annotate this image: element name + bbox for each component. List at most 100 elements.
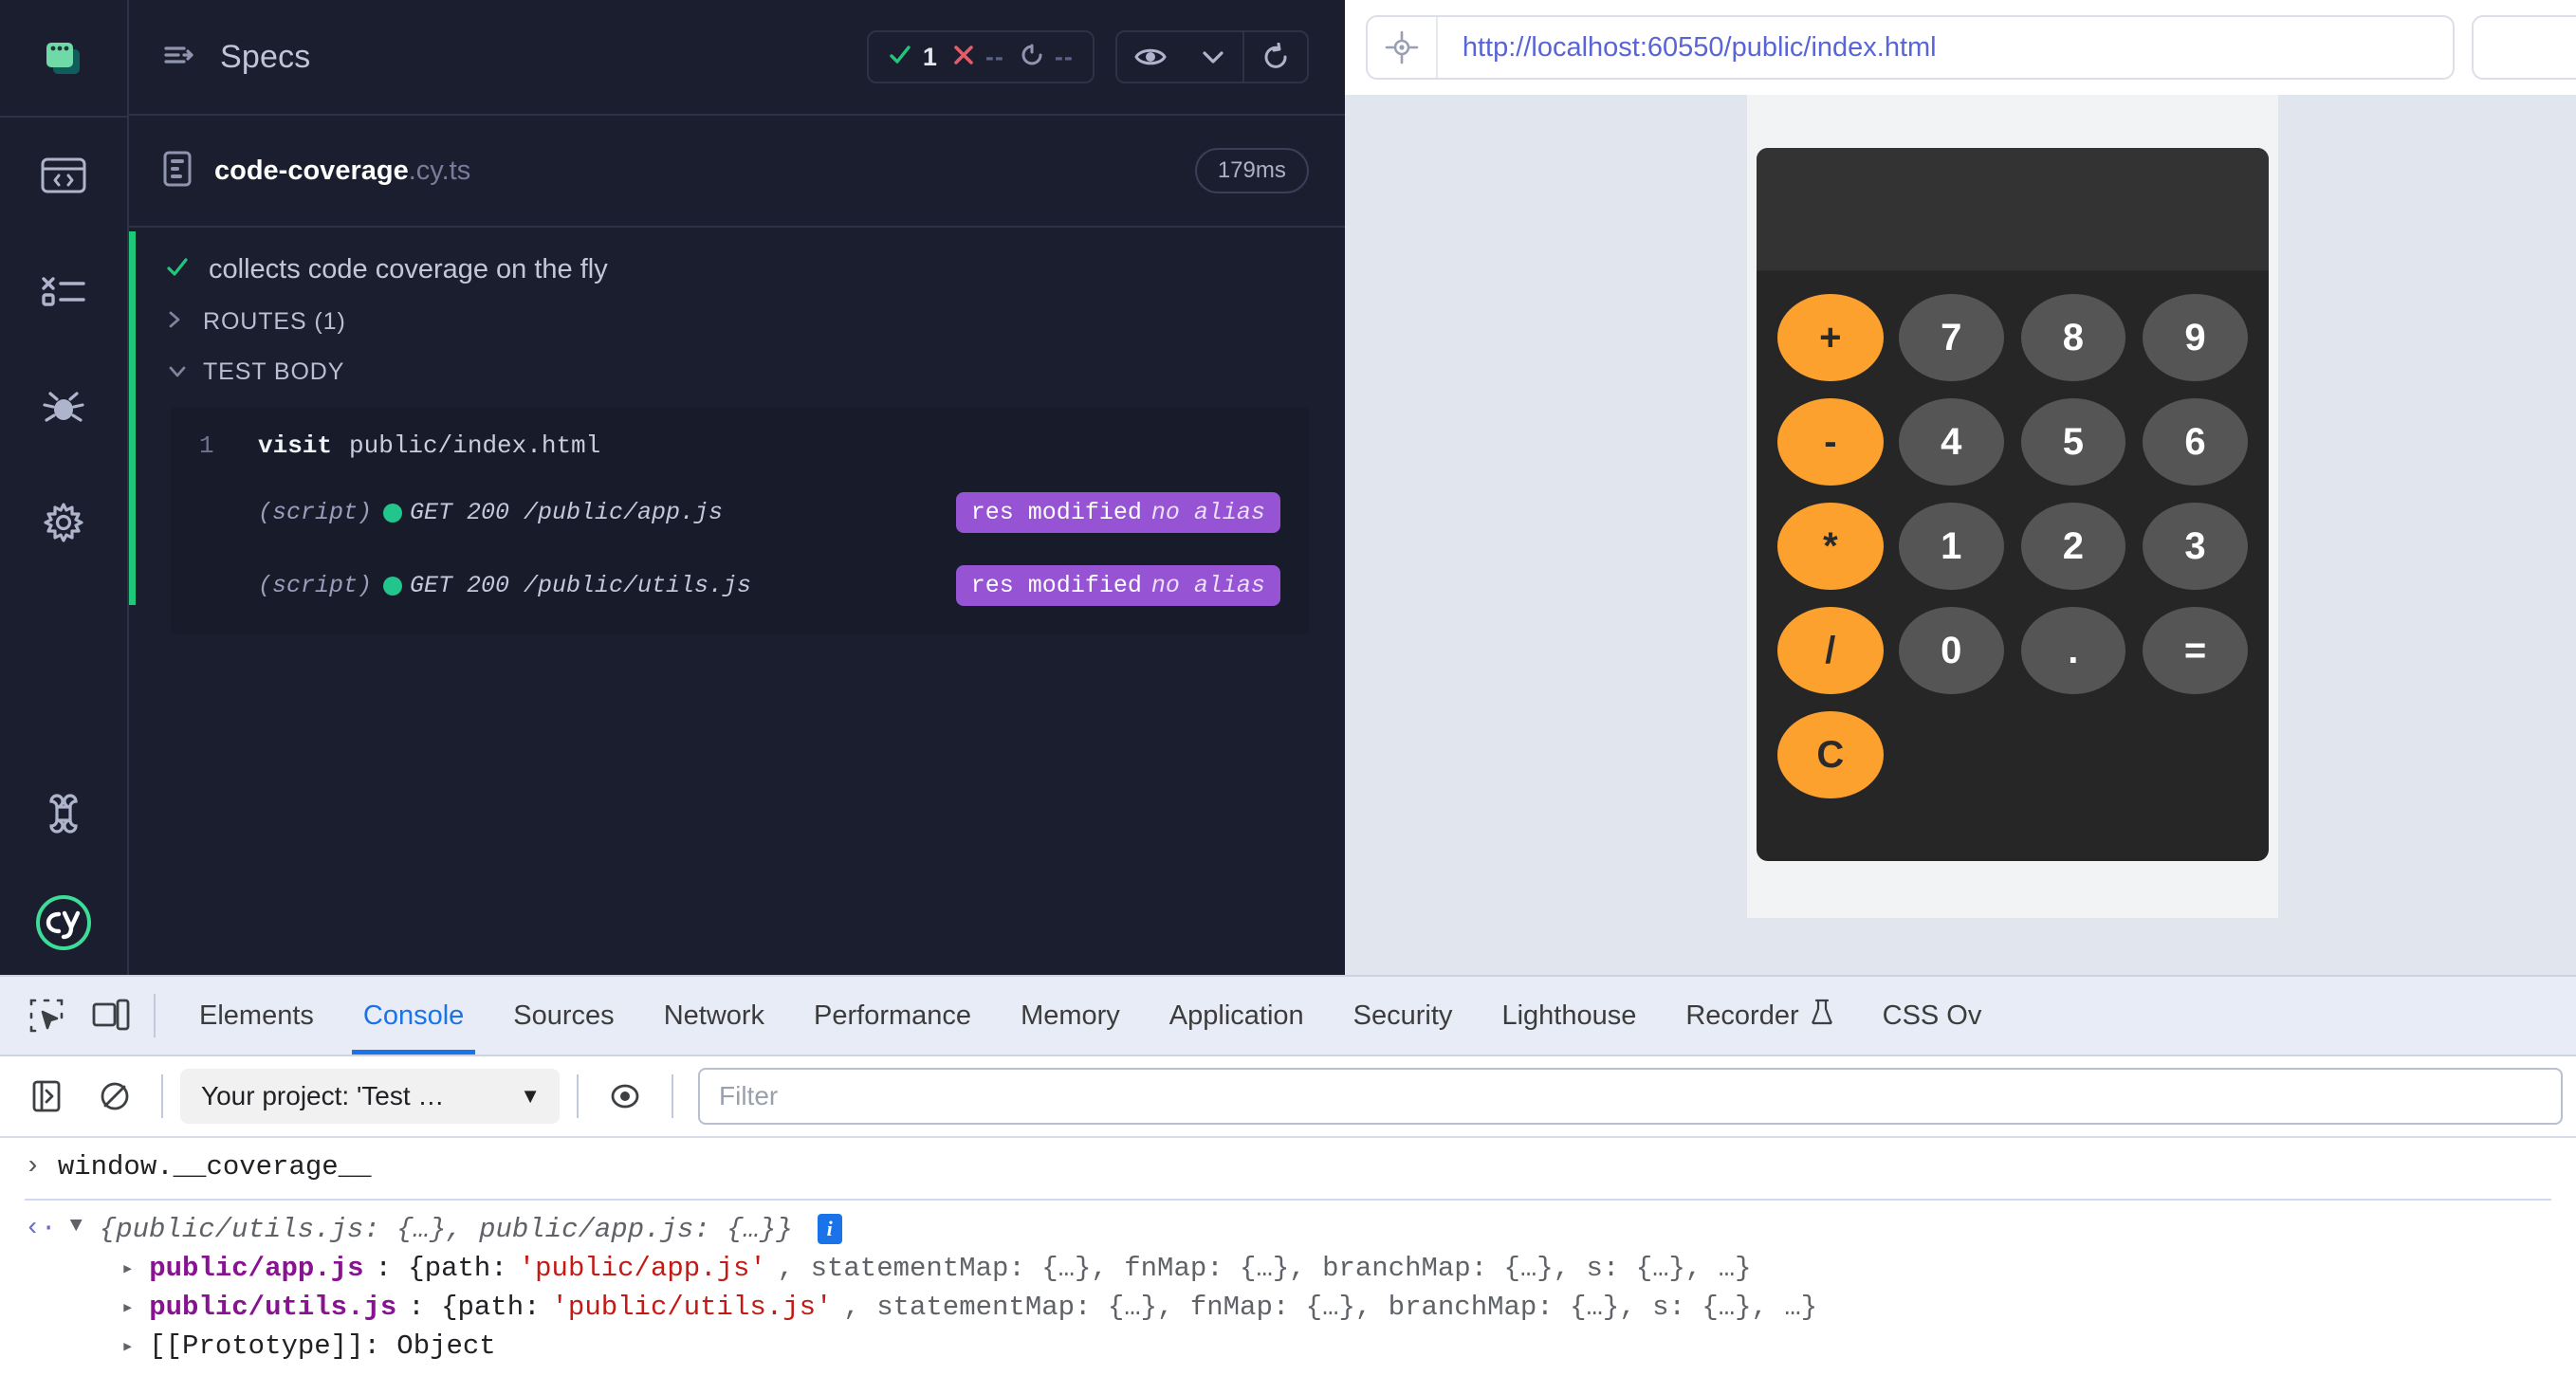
device-toolbar-icon[interactable] bbox=[82, 986, 140, 1045]
tab-application-label: Application bbox=[1168, 1000, 1304, 1031]
expand-triangle-icon[interactable]: ▼ bbox=[70, 1214, 83, 1238]
calc-key-5[interactable]: 5 bbox=[2020, 398, 2126, 486]
expand-triangle-icon[interactable]: ▸ bbox=[121, 1295, 134, 1320]
console-toolbar-divider bbox=[161, 1074, 163, 1118]
tab-elements-label: Elements bbox=[199, 1000, 314, 1031]
command-name: visit bbox=[258, 431, 333, 460]
sidebar-item-debug[interactable] bbox=[0, 349, 128, 465]
tab-css-overview[interactable]: CSS Ov bbox=[1858, 977, 2007, 1055]
sidebar-item-cypress-logo[interactable] bbox=[0, 871, 128, 975]
sidebar-item-runs[interactable] bbox=[0, 233, 128, 349]
calc-key-2[interactable]: 2 bbox=[2020, 503, 2126, 590]
calc-key-9[interactable]: 9 bbox=[2143, 294, 2248, 381]
route-row[interactable]: (script) GET 200 /public/utils.js res mo… bbox=[199, 565, 1280, 606]
calc-key-add[interactable]: + bbox=[1776, 294, 1884, 381]
calc-key-4[interactable]: 4 bbox=[1898, 398, 2004, 486]
tab-lighthouse-label: Lighthouse bbox=[1501, 1000, 1637, 1031]
prototype-row[interactable]: ▸ [[Prototype]]: Object bbox=[0, 1323, 2576, 1362]
sidebar-item-specs[interactable] bbox=[0, 118, 128, 233]
expand-triangle-icon[interactable]: ▸ bbox=[121, 1256, 134, 1281]
flask-icon bbox=[1811, 998, 1833, 1034]
reload-icon[interactable] bbox=[1244, 32, 1307, 82]
calc-key-equals[interactable]: = bbox=[2143, 607, 2248, 694]
tab-console[interactable]: Console bbox=[339, 977, 488, 1055]
command-row[interactable]: 1 visit public/index.html bbox=[199, 431, 1280, 460]
command-arg: public/index.html bbox=[349, 431, 601, 460]
tab-recorder[interactable]: Recorder bbox=[1661, 977, 1857, 1055]
route-row[interactable]: (script) GET 200 /public/app.js res modi… bbox=[199, 492, 1280, 533]
tab-elements[interactable]: Elements bbox=[175, 977, 339, 1055]
route-badge: res modified no alias bbox=[955, 565, 1280, 606]
console-sidebar-icon[interactable] bbox=[17, 1067, 76, 1126]
viewport-controls-group bbox=[1114, 30, 1309, 83]
stat-failed: -- bbox=[952, 43, 1004, 72]
calc-key-decimal[interactable]: . bbox=[2020, 607, 2126, 694]
section-test-body[interactable]: TEST BODY bbox=[129, 336, 1345, 386]
calc-key-0[interactable]: 0 bbox=[1898, 607, 2004, 694]
calc-key-6[interactable]: 6 bbox=[2143, 398, 2248, 486]
route-type-label: (script) bbox=[258, 572, 373, 599]
route-badge: res modified no alias bbox=[955, 492, 1280, 533]
test-title: collects code coverage on the fly bbox=[209, 254, 608, 284]
stat-passed: 1 bbox=[888, 43, 937, 72]
console-result-row: ‹· ▼ {public/utils.js: {…}, public/app.j… bbox=[0, 1201, 2576, 1245]
test-area: collects code coverage on the fly ROUTES… bbox=[129, 228, 1345, 634]
calc-key-multiply[interactable]: * bbox=[1776, 503, 1884, 590]
spec-name: code-coverage.cy.ts bbox=[214, 156, 470, 187]
section-routes[interactable]: ROUTES (1) bbox=[129, 285, 1345, 336]
cypress-sidebar bbox=[0, 0, 129, 975]
tab-lighthouse[interactable]: Lighthouse bbox=[1477, 977, 1661, 1055]
sidebar-item-shortcuts[interactable] bbox=[0, 755, 128, 871]
tab-memory[interactable]: Memory bbox=[996, 977, 1145, 1055]
property-rest: , statementMap: {…}, fnMap: {…}, branchM… bbox=[777, 1253, 1752, 1284]
url-text[interactable]: http://localhost:60550/public/index.html bbox=[1438, 32, 1937, 64]
eye-icon[interactable] bbox=[1117, 32, 1184, 82]
clear-console-icon[interactable] bbox=[85, 1067, 144, 1126]
url-bar[interactable]: http://localhost:60550/public/index.html bbox=[1365, 15, 2455, 80]
spec-row[interactable]: code-coverage.cy.ts 179ms bbox=[129, 116, 1345, 228]
console-input-row[interactable]: › window.__coverage__ bbox=[0, 1138, 2576, 1195]
url-bar-secondary[interactable] bbox=[2471, 15, 2576, 80]
route-badge-main: res modified bbox=[970, 572, 1142, 599]
calculator: + - * / C 7 8 9 4 5 6 1 2 3 0 . = bbox=[1756, 148, 2269, 861]
tab-sources[interactable]: Sources bbox=[488, 977, 638, 1055]
calc-key-8[interactable]: 8 bbox=[2020, 294, 2126, 381]
console-context-label: Your project: 'Test … bbox=[201, 1081, 445, 1110]
spec-name-base: code-coverage bbox=[214, 155, 409, 186]
calc-key-clear[interactable]: C bbox=[1776, 711, 1884, 798]
page-title: Specs bbox=[220, 38, 311, 75]
sidebar-item-settings[interactable] bbox=[0, 465, 128, 580]
section-test-body-label: TEST BODY bbox=[203, 358, 345, 385]
console-context-select[interactable]: Your project: 'Test … ▼ bbox=[180, 1069, 560, 1124]
console-filter-input[interactable]: Filter bbox=[698, 1068, 2563, 1125]
calculator-panel: + - * / C 7 8 9 4 5 6 1 2 3 0 . = bbox=[1746, 95, 2278, 918]
chevron-down-icon: ▼ bbox=[520, 1084, 541, 1108]
expand-triangle-icon[interactable]: ▸ bbox=[121, 1334, 134, 1359]
cypress-app-logo[interactable] bbox=[0, 0, 128, 118]
console-toolbar-divider-2 bbox=[577, 1074, 579, 1118]
selector-target-icon[interactable] bbox=[1368, 17, 1438, 78]
info-badge-icon[interactable]: i bbox=[817, 1214, 842, 1244]
route-badge-alias: no alias bbox=[1150, 572, 1265, 599]
property-key: public/utils.js bbox=[149, 1292, 397, 1323]
tab-application[interactable]: Application bbox=[1145, 977, 1329, 1055]
inspect-element-icon[interactable] bbox=[17, 986, 76, 1045]
stat-passed-count: 1 bbox=[922, 42, 937, 71]
calc-key-7[interactable]: 7 bbox=[1898, 294, 2004, 381]
object-property-row[interactable]: ▸ public/utils.js: {path: 'public/utils.… bbox=[0, 1284, 2576, 1323]
tab-network[interactable]: Network bbox=[639, 977, 789, 1055]
calc-key-divide[interactable]: / bbox=[1776, 607, 1884, 694]
chevron-down-icon bbox=[167, 361, 186, 384]
collapse-arrow-icon[interactable] bbox=[163, 43, 195, 72]
chevron-down-icon[interactable] bbox=[1184, 32, 1242, 82]
object-property-row[interactable]: ▸ public/app.js: {path: 'public/app.js',… bbox=[0, 1245, 2576, 1284]
status-dot-icon bbox=[383, 576, 402, 596]
calc-key-1[interactable]: 1 bbox=[1898, 503, 2004, 590]
test-title-row[interactable]: collects code coverage on the fly bbox=[129, 228, 1345, 285]
calc-key-3[interactable]: 3 bbox=[2143, 503, 2248, 590]
circle-dashed-icon bbox=[1020, 43, 1044, 72]
tab-security[interactable]: Security bbox=[1329, 977, 1478, 1055]
tab-performance[interactable]: Performance bbox=[789, 977, 996, 1055]
calc-key-subtract[interactable]: - bbox=[1776, 398, 1884, 486]
live-expression-icon[interactable] bbox=[596, 1067, 654, 1126]
